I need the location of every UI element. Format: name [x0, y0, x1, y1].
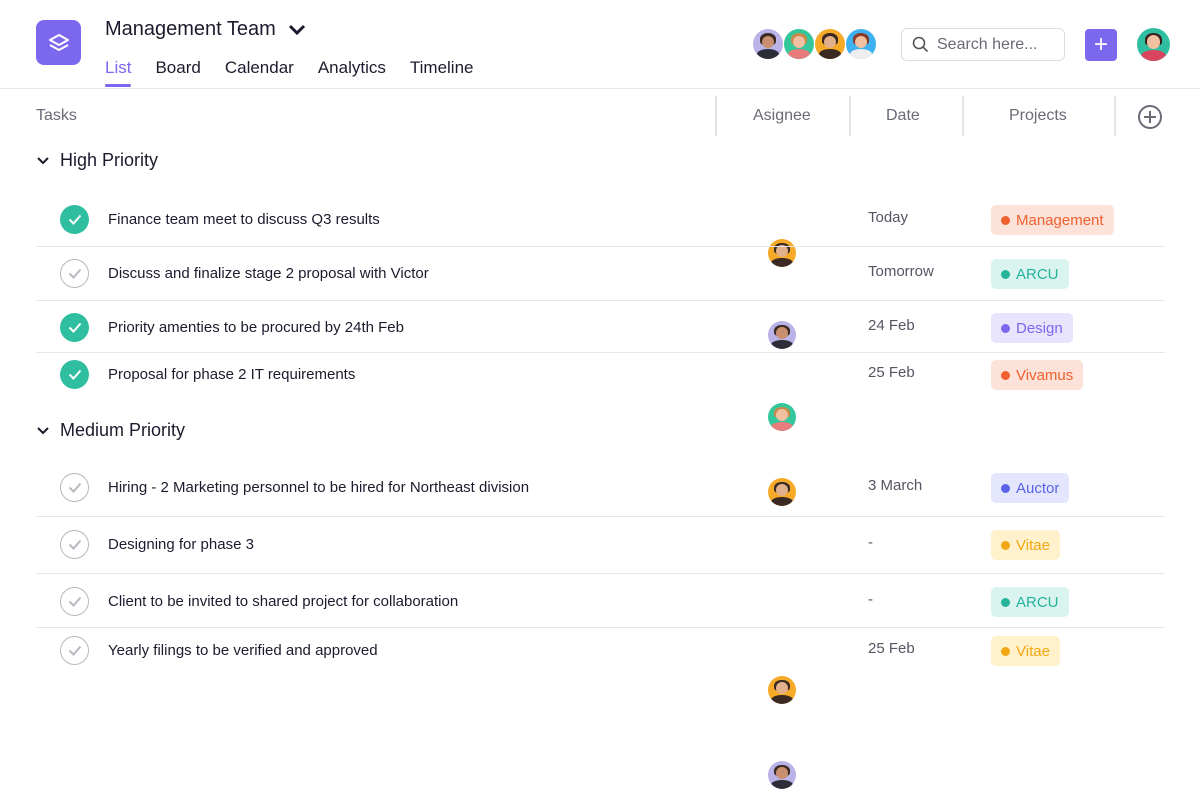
project-label: Auctor [1016, 480, 1059, 497]
check-circle-icon[interactable] [60, 530, 89, 559]
tag-dot-icon [1001, 270, 1010, 279]
row-divider [36, 246, 1165, 247]
chevron-down-icon[interactable] [36, 156, 50, 166]
group-header[interactable]: High Priority [36, 150, 158, 171]
completed-check-icon[interactable] [60, 360, 89, 389]
tab-calendar[interactable]: Calendar [225, 58, 294, 78]
task-title[interactable]: Yearly filings to be verified and approv… [108, 642, 378, 659]
task-title[interactable]: Client to be invited to shared project f… [108, 593, 458, 610]
task-date[interactable]: 25 Feb [868, 364, 915, 381]
task-title[interactable]: Designing for phase 3 [108, 536, 254, 553]
add-column-icon[interactable] [1137, 104, 1163, 130]
row-divider [36, 627, 1165, 628]
project-tag[interactable]: ARCU [991, 587, 1069, 617]
workspace-title[interactable]: Management Team [105, 18, 306, 41]
project-tag[interactable]: Vitae [991, 636, 1060, 666]
task-title[interactable]: Finance team meet to discuss Q3 results [108, 211, 380, 228]
column-header-date[interactable]: Date [886, 96, 920, 136]
task-date[interactable]: Tomorrow [868, 263, 934, 280]
header-divider [0, 88, 1200, 89]
project-label: Management [1016, 212, 1104, 229]
row-divider [36, 516, 1165, 517]
avatar[interactable] [845, 28, 877, 60]
search-box[interactable] [901, 28, 1065, 61]
tag-dot-icon [1001, 541, 1010, 550]
column-divider[interactable] [849, 96, 851, 136]
assignee-avatar[interactable] [768, 676, 796, 704]
avatar[interactable] [783, 28, 815, 60]
project-label: ARCU [1016, 594, 1059, 611]
project-tag[interactable]: Management [991, 205, 1114, 235]
page-title: Management Team [105, 18, 276, 41]
tag-dot-icon [1001, 216, 1010, 225]
tab-board[interactable]: Board [155, 58, 200, 78]
assignee-avatar[interactable] [768, 403, 796, 431]
task-title[interactable]: Priority amenties to be procured by 24th… [108, 319, 404, 336]
tag-dot-icon [1001, 484, 1010, 493]
project-tag[interactable]: Design [991, 313, 1073, 343]
task-title[interactable]: Discuss and finalize stage 2 proposal wi… [108, 265, 429, 282]
check-circle-icon[interactable] [60, 259, 89, 288]
task-date[interactable]: - [868, 534, 873, 551]
chevron-down-icon[interactable] [36, 426, 50, 436]
tag-dot-icon [1001, 647, 1010, 656]
project-label: ARCU [1016, 266, 1059, 283]
chevron-down-icon [288, 24, 306, 36]
row-divider [36, 352, 1165, 353]
completed-check-icon[interactable] [60, 313, 89, 342]
avatar[interactable] [814, 28, 846, 60]
task-date[interactable]: - [868, 591, 873, 608]
column-divider[interactable] [1114, 96, 1116, 136]
team-avatars[interactable] [752, 28, 876, 60]
check-circle-icon[interactable] [60, 587, 89, 616]
project-label: Vitae [1016, 643, 1050, 660]
tag-dot-icon [1001, 598, 1010, 607]
avatar[interactable] [752, 28, 784, 60]
row-divider [36, 300, 1165, 301]
row-divider [36, 573, 1165, 574]
column-divider[interactable] [962, 96, 964, 136]
app-logo [36, 20, 81, 65]
tab-list[interactable]: List [105, 58, 131, 78]
view-tabs: List Board Calendar Analytics Timeline [105, 58, 473, 78]
tab-timeline[interactable]: Timeline [410, 58, 474, 78]
project-label: Design [1016, 320, 1063, 337]
task-date[interactable]: 3 March [868, 477, 922, 494]
project-label: Vivamus [1016, 367, 1073, 384]
user-avatar[interactable] [1137, 28, 1170, 61]
column-header-assignee[interactable]: Asignee [753, 96, 811, 136]
task-title[interactable]: Hiring - 2 Marketing personnel to be hir… [108, 479, 529, 496]
tag-dot-icon [1001, 324, 1010, 333]
project-tag[interactable]: Vivamus [991, 360, 1083, 390]
task-date[interactable]: 25 Feb [868, 640, 915, 657]
add-button[interactable]: + [1085, 29, 1117, 61]
column-header-projects[interactable]: Projects [1009, 96, 1067, 136]
search-icon [912, 36, 929, 53]
task-date[interactable]: Today [868, 209, 908, 226]
task-title[interactable]: Proposal for phase 2 IT requirements [108, 366, 355, 383]
tag-dot-icon [1001, 371, 1010, 380]
search-input[interactable] [937, 36, 1047, 54]
group-label: High Priority [60, 150, 158, 171]
project-tag[interactable]: Vitae [991, 530, 1060, 560]
assignee-avatar[interactable] [768, 761, 796, 789]
tab-analytics[interactable]: Analytics [318, 58, 386, 78]
column-header-tasks: Tasks [36, 96, 77, 136]
project-tag[interactable]: Auctor [991, 473, 1069, 503]
check-circle-icon[interactable] [60, 473, 89, 502]
group-label: Medium Priority [60, 420, 185, 441]
group-header[interactable]: Medium Priority [36, 420, 185, 441]
completed-check-icon[interactable] [60, 205, 89, 234]
project-tag[interactable]: ARCU [991, 259, 1069, 289]
task-date[interactable]: 24 Feb [868, 317, 915, 334]
layers-icon [47, 31, 71, 55]
project-label: Vitae [1016, 537, 1050, 554]
column-divider[interactable] [715, 96, 717, 136]
check-circle-icon[interactable] [60, 636, 89, 665]
